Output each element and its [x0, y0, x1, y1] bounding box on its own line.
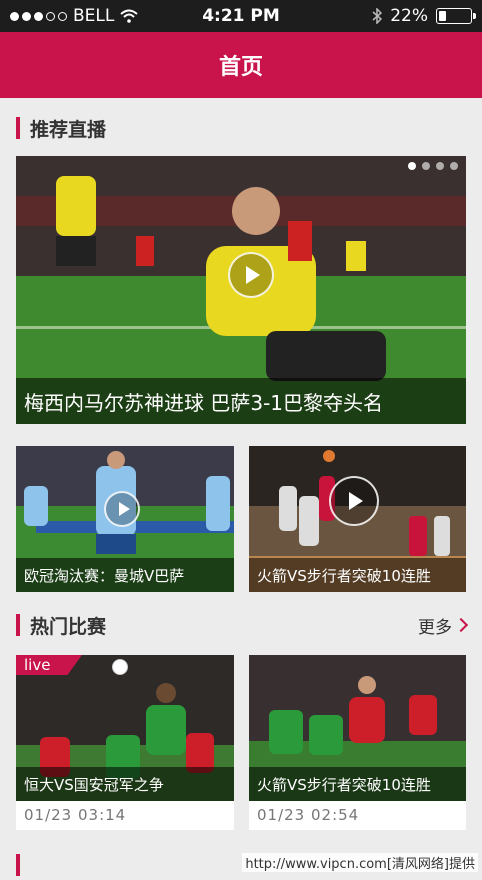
play-icon[interactable] [228, 252, 274, 298]
section-accent-bar [16, 854, 20, 876]
recommended-title-text: 推荐直播 [30, 118, 107, 141]
status-left: BELL [10, 6, 139, 26]
battery-percent: 22% [390, 6, 428, 26]
video-caption: 欧冠淘汰赛：曼城V巴萨 [16, 558, 234, 592]
status-right: 22% [372, 6, 476, 26]
hot-title-text: 热门比赛 [30, 615, 107, 638]
carousel-dot[interactable] [422, 162, 430, 170]
carrier-label: BELL [73, 6, 115, 26]
page-title: 首页 [218, 55, 263, 80]
more-link[interactable]: 更多 [418, 613, 469, 638]
video-card[interactable]: 欧冠淘汰赛：曼城V巴萨 [16, 446, 234, 592]
section-accent-bar [16, 614, 20, 636]
carousel-dot[interactable] [436, 162, 444, 170]
video-card[interactable]: 火箭VS步行者突破10连胜 [249, 446, 466, 592]
bluetooth-icon [372, 8, 383, 24]
match-time: 01/23 02:54 [257, 806, 360, 824]
match-thumbnail-wrap: 火箭VS步行者突破10连胜 [249, 655, 466, 801]
battery-icon [436, 8, 476, 24]
navigation-bar: 首页 [0, 32, 482, 98]
featured-caption: 梅西内马尔苏神进球 巴萨3-1巴黎夺头名 [16, 378, 466, 424]
play-icon[interactable] [104, 491, 140, 527]
recommended-title: 推荐直播 [16, 115, 106, 142]
football-icon [112, 659, 128, 675]
play-icon[interactable] [329, 476, 379, 526]
video-caption: 火箭VS步行者突破10连胜 [249, 558, 466, 592]
signal-strength-icon [10, 11, 67, 21]
recommended-section-header: 推荐直播 [16, 114, 466, 142]
match-card[interactable]: live 恒大VS国安冠军之争 01/23 03:14 [16, 655, 234, 830]
match-thumbnail-wrap: live 恒大VS国安冠军之争 [16, 655, 234, 801]
hot-section-header: 热门比赛 更多 [16, 611, 469, 639]
hot-title: 热门比赛 [16, 612, 106, 639]
chevron-right-icon [453, 617, 469, 633]
carousel-dot[interactable] [408, 162, 416, 170]
match-card[interactable]: 火箭VS步行者突破10连胜 01/23 02:54 [249, 655, 466, 830]
more-label[interactable]: 更多 [418, 613, 452, 638]
section-accent-bar [16, 117, 20, 139]
battery-level [439, 11, 446, 21]
carousel-page-indicator[interactable] [408, 162, 458, 170]
match-caption: 火箭VS步行者突破10连胜 [249, 767, 466, 801]
watermark-text: http://www.vipcn.com[清风网络]提供 [242, 853, 478, 872]
match-time: 01/23 03:14 [24, 806, 127, 824]
wifi-icon [120, 9, 139, 23]
carousel-dot[interactable] [450, 162, 458, 170]
featured-video-card[interactable]: 梅西内马尔苏神进球 巴萨3-1巴黎夺头名 [16, 156, 466, 424]
status-bar: BELL 4:21 PM 22% [0, 0, 482, 32]
match-caption: 恒大VS国安冠军之争 [16, 767, 234, 801]
